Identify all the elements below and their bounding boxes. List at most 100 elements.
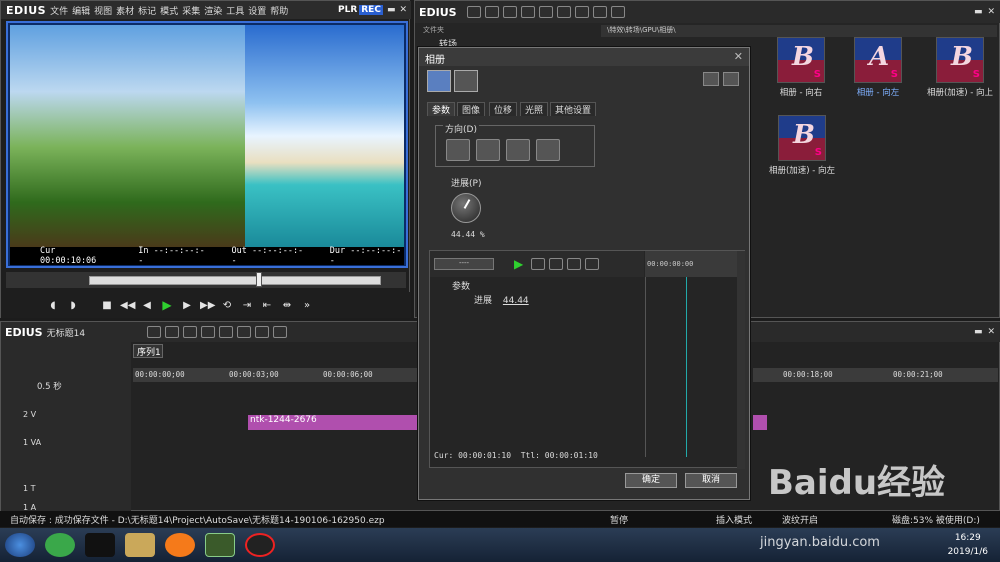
undo-icon[interactable] (703, 72, 719, 86)
kf-row-parameters[interactable]: 参数 (430, 279, 644, 293)
sequence-icon[interactable] (520, 6, 535, 18)
save-icon[interactable] (183, 326, 198, 338)
clip-album-fast-up[interactable]: BS 相册(加速) - 向上 (925, 37, 995, 98)
rewind-icon[interactable]: ◀◀ (120, 300, 135, 311)
insert-icon[interactable]: ⇥ (240, 300, 254, 311)
palette-icon[interactable] (427, 70, 451, 92)
explorer-icon[interactable] (125, 533, 155, 557)
redo-icon[interactable] (219, 326, 234, 338)
clip-album-fast-left[interactable]: BS 相册(加速) - 向左 (767, 115, 837, 176)
timeline-ruler[interactable]: 00:00:00;00 00:00:03;00 00:00:06;00 (133, 368, 419, 382)
redo-icon[interactable] (723, 72, 739, 86)
timeline-ruler-right[interactable]: 00:00:18;00 00:00:21;00 (753, 368, 998, 382)
stop-icon[interactable]: ■ (100, 300, 114, 311)
lock-icon[interactable] (610, 6, 625, 18)
prev-keyframe-icon[interactable] (549, 258, 564, 270)
up-folder-icon[interactable] (484, 6, 499, 18)
close-icon[interactable]: ✕ (734, 50, 743, 63)
zoom-level[interactable]: 0.5 秒 (37, 380, 143, 392)
menu-mode[interactable]: 模式 (160, 4, 178, 17)
view-mode-icon[interactable] (592, 6, 607, 18)
cut-icon[interactable] (538, 6, 553, 18)
delete-icon[interactable] (556, 6, 571, 18)
tab-image[interactable]: 图像 (457, 102, 486, 116)
minimize-icon[interactable]: ▬ (974, 7, 983, 17)
fast-forward-icon[interactable]: ▶▶ (200, 300, 215, 311)
tab-other-settings[interactable]: 其他设置 (550, 102, 597, 116)
rec-toggle[interactable]: REC (359, 5, 383, 15)
firefox-icon[interactable] (165, 533, 195, 557)
keyframe-scrollbar[interactable] (737, 251, 745, 469)
keyframe-graph[interactable] (645, 277, 737, 457)
menu-capture[interactable]: 采集 (182, 4, 200, 17)
menu-clip[interactable]: 素材 (116, 4, 134, 17)
direction-up-button[interactable] (506, 139, 530, 161)
browser-360-icon[interactable] (45, 533, 75, 557)
menu-edit[interactable]: 编辑 (72, 4, 90, 17)
keyframe-time-dropdown[interactable]: ---- (434, 258, 494, 270)
direction-left-button[interactable] (446, 139, 470, 161)
cut-icon[interactable] (237, 326, 252, 338)
split-icon[interactable]: ⇹ (280, 300, 294, 311)
tab-lighting[interactable]: 光照 (520, 102, 549, 116)
track-2v[interactable]: 2 V (23, 410, 129, 419)
properties-icon[interactable] (574, 6, 589, 18)
close-icon[interactable]: ✕ (399, 5, 407, 15)
overwrite-icon[interactable]: ⇤ (260, 300, 274, 311)
loop-icon[interactable]: ⟲ (220, 300, 234, 311)
open-icon[interactable] (165, 326, 180, 338)
clock[interactable]: 16:29 2019/1/6 (948, 531, 988, 559)
play-icon[interactable]: ▶ (160, 298, 174, 312)
cancel-button[interactable]: 取消 (685, 473, 737, 488)
plr-toggle[interactable]: PLR (336, 5, 359, 15)
step-back-icon[interactable]: ◀ (140, 300, 154, 311)
step-forward-icon[interactable]: ▶ (180, 300, 194, 311)
tab-sequence1[interactable]: 序列1 (133, 344, 163, 358)
new-sequence-icon[interactable] (147, 326, 162, 338)
clip-album-right[interactable]: BS 相册 - 向右 (770, 37, 832, 98)
menu-view[interactable]: 视图 (94, 4, 112, 17)
menu-marker[interactable]: 标记 (138, 4, 156, 17)
play-icon[interactable]: ▶ (514, 257, 523, 271)
direction-right-button[interactable] (476, 139, 500, 161)
progress-knob[interactable] (451, 193, 481, 223)
qq-icon[interactable] (85, 533, 115, 557)
minimize-icon[interactable]: ▬ (974, 327, 983, 337)
menu-render[interactable]: 渲染 (204, 4, 222, 17)
next-keyframe-icon[interactable] (567, 258, 582, 270)
set-out-icon[interactable]: ◗ (66, 300, 80, 311)
start-icon[interactable] (5, 533, 35, 557)
menu-tools[interactable]: 工具 (226, 4, 244, 17)
scrub-handle[interactable] (256, 272, 262, 287)
copy-icon[interactable] (255, 326, 270, 338)
close-icon[interactable]: ✕ (987, 327, 995, 337)
edius-icon[interactable] (205, 533, 235, 557)
menu-file[interactable]: 文件 (50, 4, 68, 17)
scrub-track[interactable] (89, 276, 381, 285)
clip-album-left[interactable]: AS 相册 - 向左 (847, 37, 909, 98)
menu-help[interactable]: 帮助 (270, 4, 288, 17)
paste-icon[interactable] (273, 326, 288, 338)
graph-icon[interactable] (585, 258, 600, 270)
ok-button[interactable]: 确定 (625, 473, 677, 488)
track-1va[interactable]: 1 VA (23, 438, 129, 447)
recorder-icon[interactable] (245, 533, 275, 557)
add-clip-icon[interactable] (502, 6, 517, 18)
set-in-icon[interactable]: ◖ (46, 300, 60, 311)
minimize-icon[interactable]: ▬ (387, 5, 396, 15)
folder-icon[interactable] (466, 6, 481, 18)
timeline-clip-tail[interactable] (753, 415, 767, 430)
undo-icon[interactable] (201, 326, 216, 338)
kf-row-progress[interactable]: 进展 44.44 (430, 293, 644, 307)
menu-settings[interactable]: 设置 (248, 4, 266, 17)
tab-position[interactable]: 位移 (489, 102, 518, 116)
timeline-clip[interactable]: ntk-1244-2676 (248, 415, 419, 430)
track-1t[interactable]: 1 T (23, 484, 129, 493)
close-icon[interactable]: ✕ (987, 7, 995, 17)
tab-parameters[interactable]: 参数 (427, 102, 456, 116)
add-keyframe-icon[interactable] (531, 258, 546, 270)
keyframe-ruler[interactable]: 00:00:00:00 (645, 251, 737, 277)
more-icon[interactable]: » (300, 300, 314, 311)
timer-icon[interactable] (454, 70, 478, 92)
direction-down-button[interactable] (536, 139, 560, 161)
